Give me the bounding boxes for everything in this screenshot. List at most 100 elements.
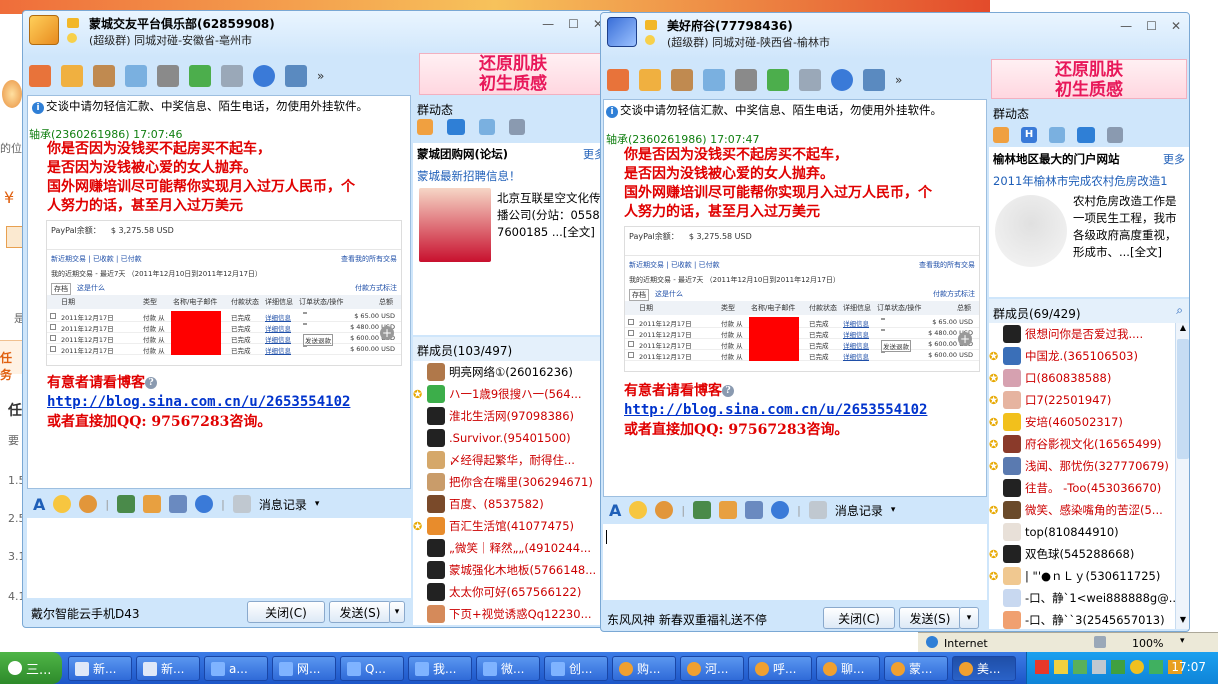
- image-icon[interactable]: [117, 495, 136, 513]
- chevron-down-icon[interactable]: ▾: [891, 505, 896, 515]
- folder-icon[interactable]: [61, 65, 83, 87]
- taskbar-item[interactable]: 创...: [544, 656, 608, 681]
- taskbar-item[interactable]: 网...: [272, 656, 336, 681]
- minimize-icon[interactable]: —: [1120, 19, 1132, 33]
- close-icon[interactable]: ✕: [1171, 19, 1181, 33]
- gift-icon[interactable]: [719, 501, 738, 519]
- qq-group-window-2[interactable]: 美好府谷(77798436) (超级群) 同城对碰-陕西省-榆林市 — ☐ ✕ …: [600, 12, 1190, 632]
- album-tab-icon[interactable]: [479, 119, 495, 135]
- send-options-icon[interactable]: ▾: [389, 601, 405, 623]
- member-row[interactable]: ✪ 百汇生活馆(41077475): [413, 515, 574, 537]
- member-scrollbar[interactable]: ▲ ▼: [1175, 323, 1189, 629]
- member-row[interactable]: 淮北生活网(97098386): [413, 405, 574, 427]
- taskbar-item[interactable]: 新...: [68, 656, 132, 681]
- scroll-thumb[interactable]: [1177, 339, 1189, 459]
- qq-group-window-1[interactable]: 蒙城交友平台俱乐部(62859908) (超级群) 同城对碰-安徽省-亳州市 —…: [22, 10, 612, 628]
- magic-emoji-icon[interactable]: [79, 495, 98, 513]
- advertisement[interactable]: 还原肌肤 初生质感: [419, 53, 607, 95]
- send-options-icon[interactable]: ▾: [959, 607, 979, 629]
- sogou-input-icon[interactable]: [771, 501, 790, 519]
- member-row[interactable]: ✪ ハ一1歳9很搜ハ一(564...: [413, 383, 582, 405]
- member-row[interactable]: 蒙城强化木地板(5766148...: [413, 559, 596, 581]
- zoom-level[interactable]: 100%: [1132, 637, 1163, 650]
- send-button[interactable]: 发送(S): [329, 601, 391, 623]
- send-button[interactable]: 发送(S): [899, 607, 961, 629]
- forum-post-link[interactable]: 蒙城最新招聘信息！: [417, 168, 521, 184]
- apps-icon[interactable]: [735, 69, 757, 91]
- member-row[interactable]: ✪ 口7(22501947): [989, 389, 1111, 411]
- add-icon[interactable]: [767, 69, 789, 91]
- zoom-plus-icon[interactable]: +: [380, 326, 394, 340]
- tray-app-icon[interactable]: [1035, 660, 1049, 674]
- member-row[interactable]: ✪ 口(860838588): [989, 367, 1111, 389]
- sogou-icon[interactable]: [831, 69, 853, 91]
- member-row[interactable]: ✪ 中国龙.(365106503): [989, 345, 1138, 367]
- member-row[interactable]: -口、静`1<wei888888g@...: [989, 587, 1175, 609]
- member-row[interactable]: .Survivor.(95401500): [413, 427, 571, 449]
- message-input[interactable]: [27, 518, 411, 598]
- member-row[interactable]: 太太你可好(657566122): [413, 581, 581, 603]
- scroll-up-icon[interactable]: ▲: [1177, 323, 1189, 337]
- message-record-button[interactable]: 消息记录: [835, 502, 883, 519]
- close-button[interactable]: 关闭(C): [823, 607, 895, 629]
- title-bar[interactable]: 蒙城交友平台俱乐部(62859908) (超级群) 同城对碰-安徽省-亳州市 —…: [23, 11, 611, 57]
- member-row[interactable]: 往昔。 -Too(453036670): [989, 477, 1161, 499]
- member-row[interactable]: -口、静``3(2545657013): [989, 609, 1165, 629]
- chat-history[interactable]: i 交谈中请勿轻信汇款、中奖信息、陌生电话，勿使用外挂软件。 轴承(2360261…: [27, 95, 411, 489]
- photo-tab-icon[interactable]: [1049, 127, 1065, 143]
- blog-link[interactable]: http://blog.sina.com.cn/u/2653554102: [47, 394, 350, 410]
- taskbar-item[interactable]: 新...: [136, 656, 200, 681]
- blog-link[interactable]: http://blog.sina.com.cn/u/2653554102: [624, 402, 927, 418]
- font-icon[interactable]: A: [609, 501, 621, 520]
- add-icon[interactable]: [189, 65, 211, 87]
- chat-tab-icon[interactable]: [447, 119, 465, 135]
- taskbar-item[interactable]: 购...: [612, 656, 676, 681]
- zoom-plus-icon[interactable]: +: [958, 332, 972, 346]
- search-icon[interactable]: ⌕: [1176, 303, 1183, 318]
- member-row[interactable]: „微笑｜释然„„(4910244...: [413, 537, 591, 559]
- bottom-ad-text[interactable]: 戴尔智能云手机D43: [31, 605, 140, 622]
- clock[interactable]: 17:07: [1171, 660, 1206, 674]
- tools-icon[interactable]: [221, 65, 243, 87]
- member-row[interactable]: ✪ 微笑、感染嘴角的苦涩(5...: [989, 499, 1163, 521]
- chat-tab-icon[interactable]: [1077, 127, 1095, 143]
- sogou-icon[interactable]: [253, 65, 275, 87]
- font-icon[interactable]: A: [33, 495, 45, 514]
- home-icon[interactable]: [29, 65, 51, 87]
- member-row[interactable]: 明亮网络①(26016236): [413, 361, 573, 383]
- taskbar-item[interactable]: a...: [204, 656, 268, 681]
- scroll-down-icon[interactable]: ▼: [1177, 615, 1189, 629]
- album-icon[interactable]: [93, 65, 115, 87]
- emoji-icon[interactable]: [53, 495, 72, 513]
- forum-title[interactable]: 榆林地区最大的门户网站: [993, 151, 1120, 167]
- member-row[interactable]: ✪ 双色球(545288668): [989, 543, 1134, 565]
- title-bar[interactable]: 美好府谷(77798436) (超级群) 同城对碰-陕西省-榆林市 — ☐ ✕: [601, 13, 1189, 59]
- sogou-input-icon[interactable]: [195, 495, 214, 513]
- home-icon[interactable]: [607, 69, 629, 91]
- taskbar-item[interactable]: 聊...: [816, 656, 880, 681]
- member-row[interactable]: top(810844910): [989, 521, 1119, 543]
- member-row[interactable]: 很想问你是否爱过我....: [989, 323, 1143, 345]
- member-list[interactable]: 明亮网络①(26016236) ✪ ハ一1歳9很搜ハ一(564... 淮北生活网(97…: [413, 361, 609, 625]
- tray-app-icon[interactable]: [1073, 660, 1087, 674]
- album-icon[interactable]: [671, 69, 693, 91]
- settings-icon[interactable]: [863, 69, 885, 91]
- emoji-icon[interactable]: [629, 501, 648, 519]
- apps-icon[interactable]: [157, 65, 179, 87]
- forum-more-link[interactable]: 更多: [1163, 151, 1185, 167]
- more-icon[interactable]: »: [895, 73, 902, 87]
- taskbar-item[interactable]: 我...: [408, 656, 472, 681]
- close-button[interactable]: 关闭(C): [247, 601, 325, 623]
- notice-tab-icon[interactable]: [417, 119, 433, 135]
- maximize-icon[interactable]: ☐: [568, 17, 579, 31]
- taskbar-item[interactable]: 呼...: [748, 656, 812, 681]
- help-icon[interactable]: ?: [145, 377, 157, 389]
- tray-app-icon[interactable]: [1130, 660, 1144, 674]
- screenshot-icon[interactable]: [169, 495, 188, 513]
- photo-icon[interactable]: [703, 69, 725, 91]
- member-row[interactable]: ✪ 府谷影视文化(16565499): [989, 433, 1162, 455]
- taskbar-item[interactable]: Q...: [340, 656, 404, 681]
- chevron-down-icon[interactable]: ▾: [315, 499, 320, 509]
- minimize-icon[interactable]: —: [542, 17, 554, 31]
- tray-app-icon[interactable]: [1149, 660, 1163, 674]
